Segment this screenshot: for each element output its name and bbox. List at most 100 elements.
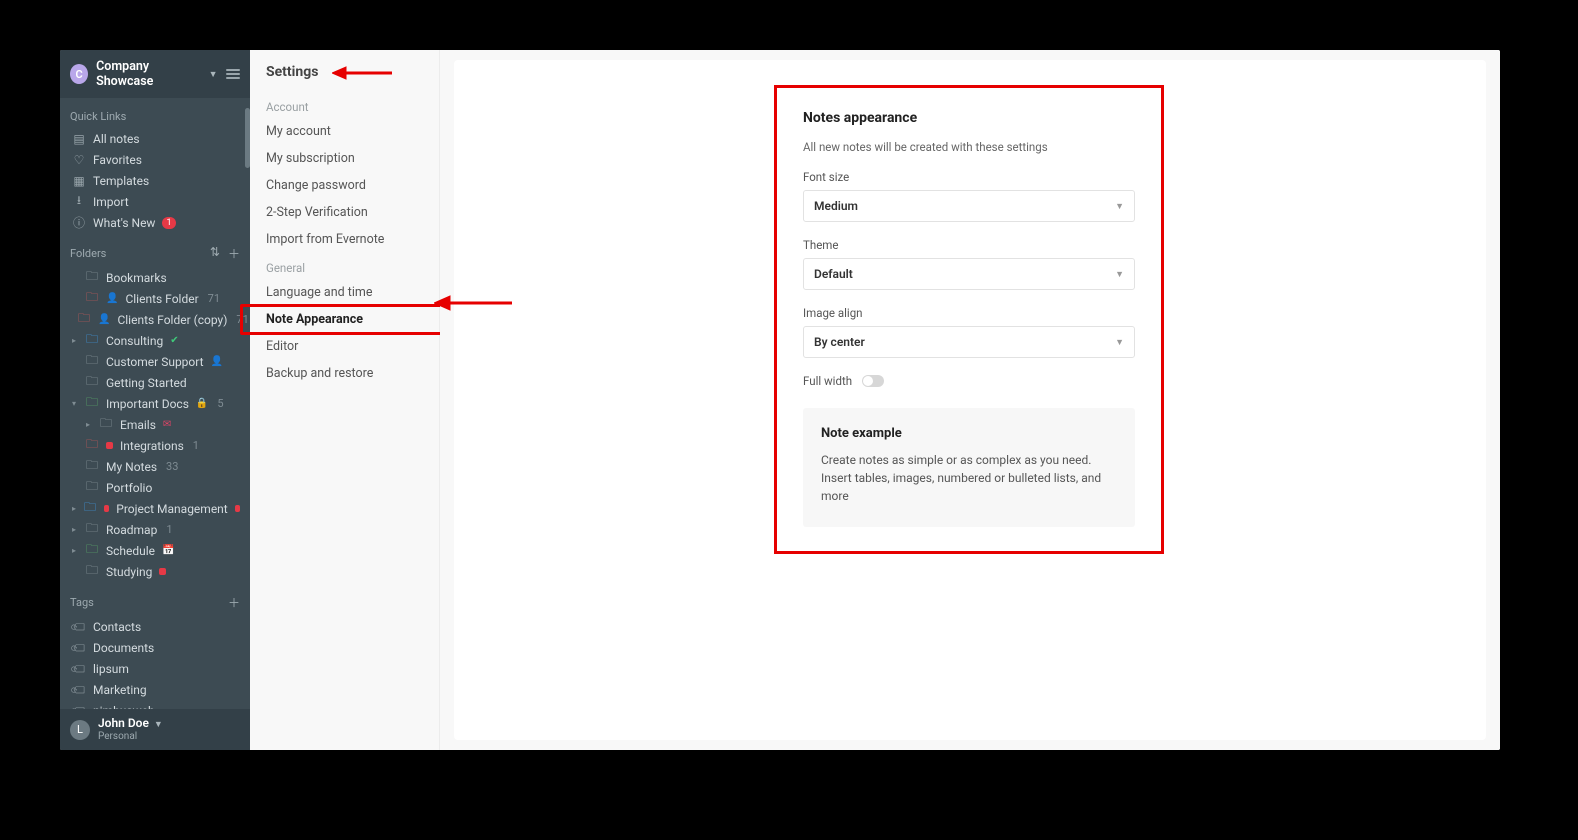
red-marker-icon [159,568,166,575]
folder-icon: 🗀 [85,355,99,369]
caret-icon: ▸ [72,525,80,534]
folder-icon: 🗀 [85,565,99,579]
folder-icon: 🗀 [99,418,113,432]
chevron-down-icon: ▼ [154,720,163,730]
tag-lipsum[interactable]: 🏷lipsum [60,658,250,679]
caret-icon: ▸ [72,546,80,555]
folder-studying[interactable]: 🗀 Studying [60,561,250,582]
tag-contacts[interactable]: 🏷Contacts [60,616,250,637]
folder-icon: 🗀 [85,397,99,411]
folder-bookmarks[interactable]: 🗀 Bookmarks [60,267,250,288]
section-quick-links: Quick Links [60,98,250,128]
nav-all-notes[interactable]: ▤ All notes [60,128,250,149]
settings-note-appearance[interactable]: Note Appearance [250,306,439,333]
chevron-down-icon: ▼ [1115,201,1124,212]
mail-icon: ✉ [163,419,171,430]
tag-icon: 🏷 [69,659,89,679]
folder-icon: 🗀 [85,544,99,558]
tags-add-icon[interactable]: ＋ [228,594,240,611]
folder-portfolio[interactable]: 🗀 Portfolio [60,477,250,498]
settings-my-subscription[interactable]: My subscription [250,145,439,172]
folder-important-docs[interactable]: ▾ 🗀 Important Docs 🔒 5 [60,393,250,414]
nav-import[interactable]: ⭳ Import [60,191,250,212]
content-card: Notes appearance All new notes will be c… [454,60,1486,740]
settings-section-account: Account [250,92,439,118]
folders-sort-icon[interactable]: ⇅ [210,245,220,262]
tag-marketing[interactable]: 🏷Marketing [60,679,250,700]
chevron-down-icon: ▼ [209,69,218,80]
settings-editor[interactable]: Editor [250,333,439,360]
folder-my-notes[interactable]: 🗀 My Notes 33 [60,456,250,477]
folder-icon: 🗀 [85,376,99,390]
nav-favorites[interactable]: ♡ Favorites [60,149,250,170]
heart-icon: ♡ [72,153,86,167]
section-tags: Tags ＋ [60,582,250,616]
folder-icon: 🗀 [83,502,97,516]
nav-whats-new[interactable]: ⓘ What's New 1 [60,212,250,233]
settings-my-account[interactable]: My account [250,118,439,145]
person-icon: 👤 [106,293,118,304]
folder-icon: 🗀 [85,439,99,453]
check-icon: ✔ [170,335,178,346]
sidebar: C Company Showcase ▼ Quick Links ▤ All n… [60,50,250,750]
settings-change-password[interactable]: Change password [250,172,439,199]
sidebar-menu-icon[interactable] [226,69,240,79]
folder-customer-support[interactable]: 🗀 Customer Support 👤 [60,351,250,372]
user-name: John Doe ▼ [98,717,163,731]
settings-2step[interactable]: 2-Step Verification [250,199,439,226]
panel-description: All new notes will be created with these… [803,140,1135,154]
workspace-name: Company Showcase [96,59,199,89]
folder-clients[interactable]: 🗀 👤 Clients Folder 71 [60,288,250,309]
settings-language-time[interactable]: Language and time [250,279,439,306]
workspace-switcher[interactable]: C Company Showcase ▼ [60,50,250,98]
folder-clients-copy[interactable]: 🗀 👤 Clients Folder (copy) 71 [60,309,250,330]
label-theme: Theme [803,238,1135,252]
select-theme[interactable]: Default ▼ [803,258,1135,290]
tag-nimbusweb[interactable]: 🏷nimbusweb [60,700,250,709]
user-menu[interactable]: L John Doe ▼ Personal [60,709,250,750]
note-icon: ▤ [72,132,86,146]
info-icon: ⓘ [72,216,86,230]
tag-icon: 🏷 [69,680,89,700]
folder-icon: 🗀 [85,481,99,495]
folder-integrations[interactable]: 🗀 Integrations 1 [60,435,250,456]
folder-emails[interactable]: ▸ 🗀 Emails ✉ [60,414,250,435]
notes-appearance-panel: Notes appearance All new notes will be c… [774,85,1164,554]
folder-getting-started[interactable]: 🗀 Getting Started [60,372,250,393]
import-icon: ⭳ [72,195,86,209]
caret-icon: ▸ [86,420,94,429]
template-icon: ▦ [72,174,86,188]
folder-consulting[interactable]: ▸ 🗀 Consulting ✔ [60,330,250,351]
lock-icon: 🔒 [196,398,208,409]
chevron-down-icon: ▼ [1115,337,1124,348]
nav-templates[interactable]: ▦ Templates [60,170,250,191]
tag-documents[interactable]: 🏷Documents [60,637,250,658]
label-full-width: Full width [803,374,852,388]
caret-icon: ▸ [72,336,80,345]
tag-icon: 🏷 [69,638,89,658]
label-image-align: Image align [803,306,1135,320]
settings-backup-restore[interactable]: Backup and restore [250,360,439,387]
label-font-size: Font size [803,170,1135,184]
red-marker-icon [104,505,109,512]
settings-import-evernote[interactable]: Import from Evernote [250,226,439,253]
person-icon: 👤 [98,314,110,325]
select-image-align[interactable]: By center ▼ [803,326,1135,358]
folder-icon: 🗀 [85,523,99,537]
folder-roadmap[interactable]: ▸ 🗀 Roadmap 1 [60,519,250,540]
section-folders: Folders ⇅ ＋ [60,233,250,267]
folder-schedule[interactable]: ▸ 🗀 Schedule 📅 [60,540,250,561]
settings-title: Settings [250,64,439,92]
note-example-box: Note example Create notes as simple or a… [803,408,1135,527]
panel-title: Notes appearance [803,110,1135,126]
folder-project-management[interactable]: ▸ 🗀 Project Management [60,498,250,519]
folder-icon: 🗀 [85,292,99,306]
red-marker-icon [235,505,240,512]
folder-icon: 🗀 [85,334,99,348]
chevron-down-icon: ▼ [1115,269,1124,280]
example-text: Create notes as simple or as complex as … [821,451,1117,505]
toggle-full-width[interactable] [862,375,884,387]
red-marker-icon [106,442,113,449]
select-font-size[interactable]: Medium ▼ [803,190,1135,222]
folders-add-icon[interactable]: ＋ [228,245,240,262]
